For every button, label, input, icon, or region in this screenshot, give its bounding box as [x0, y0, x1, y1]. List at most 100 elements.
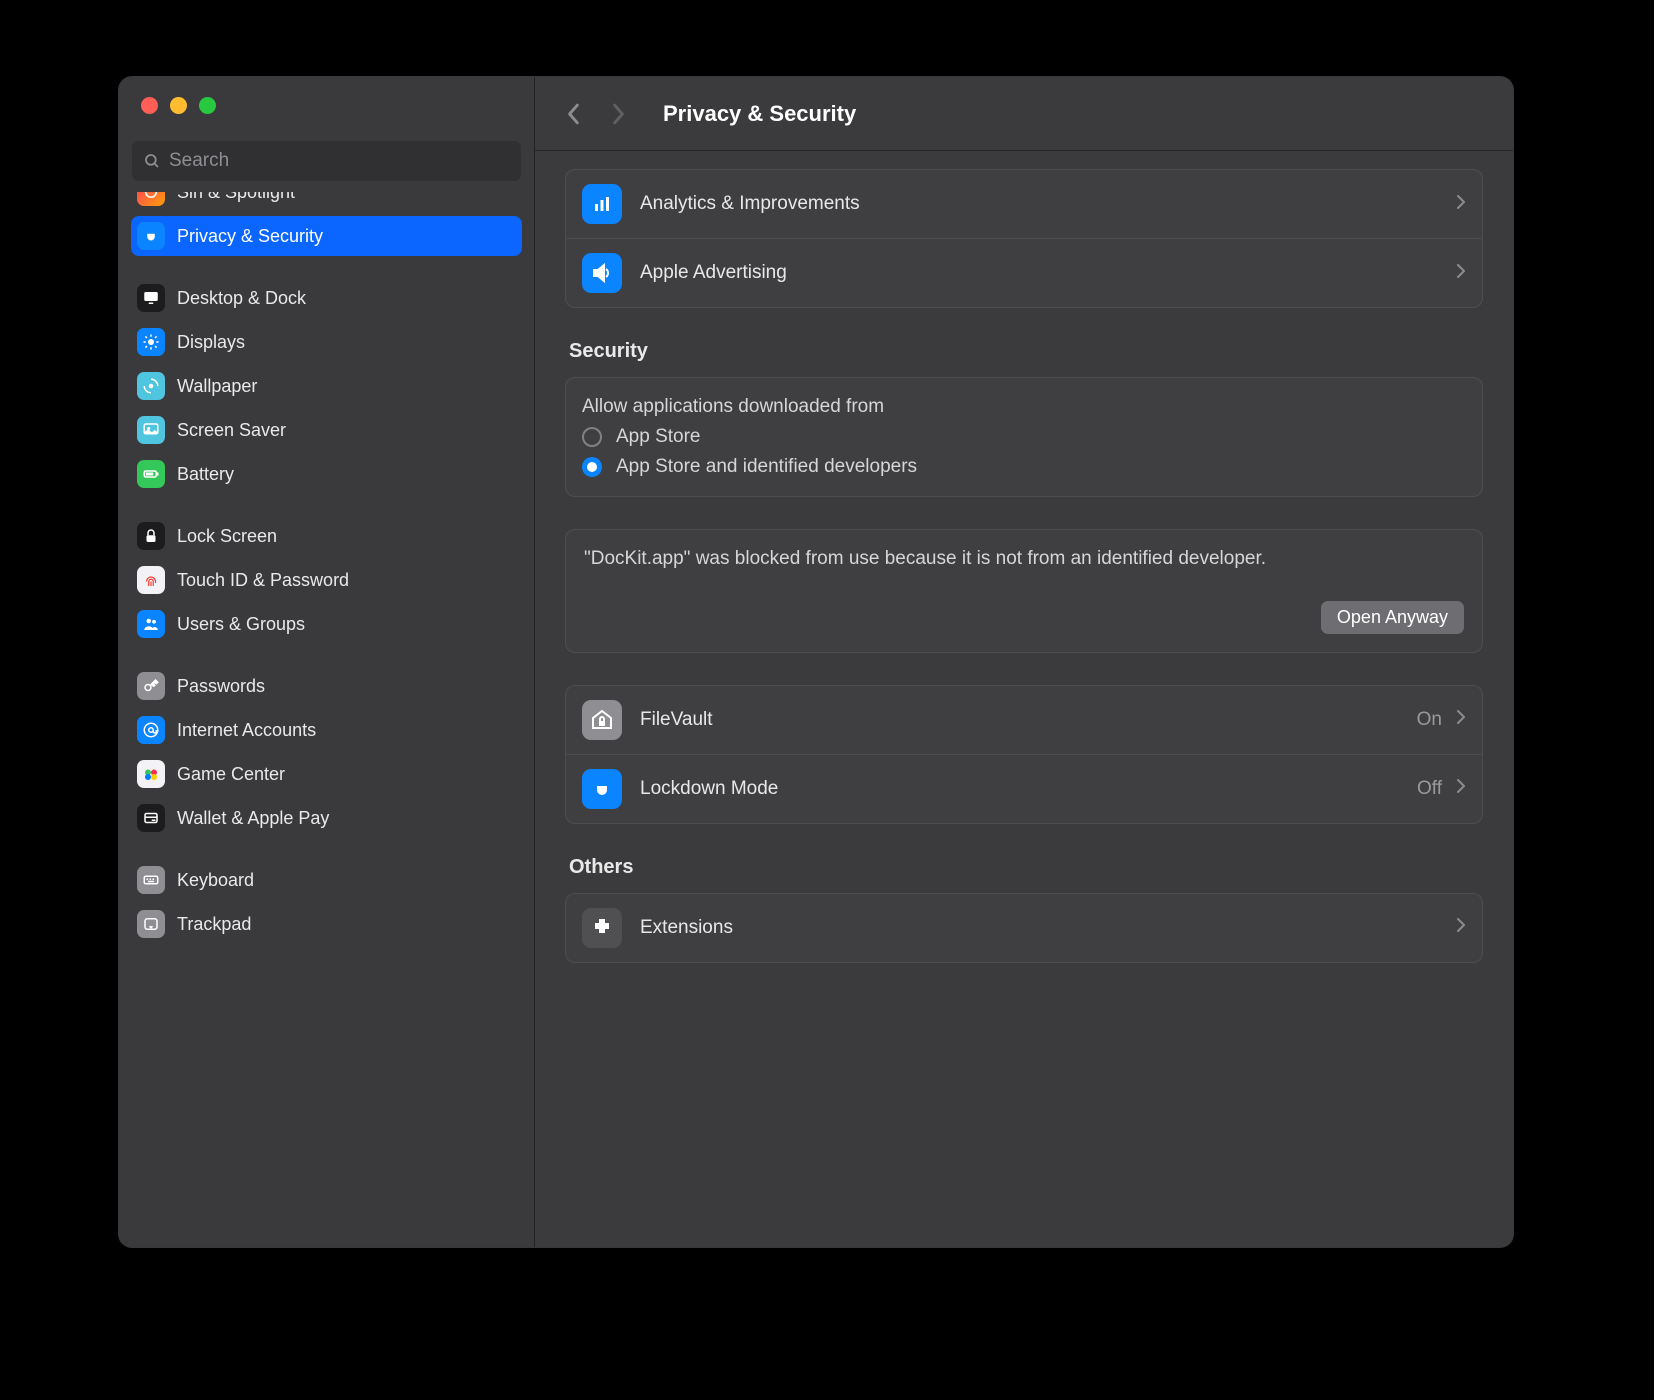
sidebar-item-desktop[interactable]: Desktop & Dock — [131, 278, 522, 318]
radio-label: App Store — [616, 426, 701, 448]
sidebar-item-lock[interactable]: Lock Screen — [131, 516, 522, 556]
siri-icon — [137, 192, 165, 206]
content-pane: Privacy & Security Analytics & Improveme… — [535, 77, 1513, 1247]
sidebar-item-displays[interactable]: Displays — [131, 322, 522, 362]
sidebar-item-battery[interactable]: Battery — [131, 454, 522, 494]
sidebar-item-ssaver[interactable]: Screen Saver — [131, 410, 522, 450]
sidebar-item-label: Wallpaper — [177, 376, 257, 397]
nav-forward-button[interactable] — [603, 99, 633, 129]
allow-apps-option-1[interactable]: App Store and identified developers — [582, 456, 1466, 478]
window-controls — [119, 77, 534, 114]
sidebar-item-privacy[interactable]: Privacy & Security — [131, 216, 522, 256]
adv-icon — [582, 253, 622, 293]
row-label: Apple Advertising — [640, 262, 1456, 284]
sidebar-item-label: Screen Saver — [177, 420, 286, 441]
others-card: Extensions — [565, 893, 1483, 963]
sidebar-item-label: Passwords — [177, 676, 265, 697]
ssaver-icon — [137, 416, 165, 444]
open-anyway-button[interactable]: Open Anyway — [1321, 601, 1464, 634]
extensions-icon — [582, 908, 622, 948]
allow-apps-option-0[interactable]: App Store — [582, 426, 1466, 448]
gamectr-icon — [137, 760, 165, 788]
row-value: On — [1417, 709, 1442, 731]
row-analytics[interactable]: Analytics & Improvements — [566, 170, 1482, 238]
chevron-right-icon — [1456, 917, 1466, 938]
sidebar-item-label: Touch ID & Password — [177, 570, 349, 591]
radio-label: App Store and identified developers — [616, 456, 917, 478]
row-lockdown[interactable]: Lockdown ModeOff — [566, 754, 1482, 823]
chevron-right-icon — [1456, 709, 1466, 730]
row-adv[interactable]: Apple Advertising — [566, 238, 1482, 307]
desktop-icon — [137, 284, 165, 312]
sidebar-item-label: Users & Groups — [177, 614, 305, 635]
wallpaper-icon — [137, 372, 165, 400]
sidebar-item-label: Trackpad — [177, 914, 251, 935]
users-icon — [137, 610, 165, 638]
sidebar: Siri & Spotlight Privacy & Security Deskto… — [119, 77, 535, 1247]
filevault-icon — [582, 700, 622, 740]
analytics-icon — [582, 184, 622, 224]
top-links-card: Analytics & Improvements Apple Advertisin… — [565, 169, 1483, 308]
radio-button-icon — [582, 427, 602, 447]
search-field[interactable] — [131, 140, 522, 182]
row-filevault[interactable]: FileVaultOn — [566, 686, 1482, 754]
row-label: FileVault — [640, 709, 1417, 731]
nav-back-button[interactable] — [559, 99, 589, 129]
page-title: Privacy & Security — [663, 101, 856, 127]
trackpad-icon — [137, 910, 165, 938]
allow-apps-card: Allow applications downloaded from App S… — [565, 377, 1483, 497]
sidebar-item-label: Internet Accounts — [177, 720, 316, 741]
displays-icon — [137, 328, 165, 356]
sidebar-item-label: Battery — [177, 464, 234, 485]
sidebar-item-label: Siri & Spotlight — [177, 192, 295, 203]
row-label: Analytics & Improvements — [640, 193, 1456, 215]
blocked-app-card: "DocKit.app" was blocked from use becaus… — [565, 529, 1483, 653]
row-value: Off — [1417, 778, 1442, 800]
touchid-icon — [137, 566, 165, 594]
sidebar-item-trackpad[interactable]: Trackpad — [131, 904, 522, 944]
security-rows-card: FileVaultOnLockdown ModeOff — [565, 685, 1483, 824]
content-header: Privacy & Security — [535, 77, 1513, 151]
sidebar-item-gamectr[interactable]: Game Center — [131, 754, 522, 794]
sidebar-item-label: Displays — [177, 332, 245, 353]
lock-icon — [137, 522, 165, 550]
sidebar-item-keyboard[interactable]: Keyboard — [131, 860, 522, 900]
sidebar-item-label: Keyboard — [177, 870, 254, 891]
sidebar-item-label: Privacy & Security — [177, 226, 323, 247]
zoom-window-button[interactable] — [199, 97, 216, 114]
chevron-right-icon — [1456, 194, 1466, 215]
sidebar-item-iaccounts[interactable]: Internet Accounts — [131, 710, 522, 750]
sidebar-item-touchid[interactable]: Touch ID & Password — [131, 560, 522, 600]
sidebar-item-label: Wallet & Apple Pay — [177, 808, 329, 829]
security-heading: Security — [569, 340, 1483, 363]
passwords-icon — [137, 672, 165, 700]
chevron-right-icon — [1456, 263, 1466, 284]
radio-button-icon — [582, 457, 602, 477]
lockdown-icon — [582, 769, 622, 809]
sidebar-item-siri[interactable]: Siri & Spotlight — [131, 192, 522, 212]
wallet-icon — [137, 804, 165, 832]
search-icon — [143, 152, 161, 170]
row-extensions[interactable]: Extensions — [566, 894, 1482, 962]
others-heading: Others — [569, 856, 1483, 879]
search-input[interactable] — [161, 149, 510, 173]
sidebar-item-wallet[interactable]: Wallet & Apple Pay — [131, 798, 522, 838]
settings-window: Siri & Spotlight Privacy & Security Deskto… — [118, 76, 1514, 1248]
content-body[interactable]: Analytics & Improvements Apple Advertisin… — [535, 151, 1513, 1247]
sidebar-item-users[interactable]: Users & Groups — [131, 604, 522, 644]
row-label: Extensions — [640, 917, 1456, 939]
sidebar-scroll[interactable]: Siri & Spotlight Privacy & Security Deskto… — [119, 192, 534, 1247]
close-window-button[interactable] — [141, 97, 158, 114]
sidebar-item-label: Desktop & Dock — [177, 288, 306, 309]
chevron-right-icon — [1456, 778, 1466, 799]
privacy-icon — [137, 222, 165, 250]
sidebar-item-wallpaper[interactable]: Wallpaper — [131, 366, 522, 406]
minimize-window-button[interactable] — [170, 97, 187, 114]
blocked-app-message: "DocKit.app" was blocked from use becaus… — [584, 546, 1324, 573]
allow-apps-row: Allow applications downloaded from App S… — [566, 378, 1482, 496]
iaccounts-icon — [137, 716, 165, 744]
sidebar-item-label: Lock Screen — [177, 526, 277, 547]
sidebar-item-label: Game Center — [177, 764, 285, 785]
row-label: Lockdown Mode — [640, 778, 1417, 800]
sidebar-item-passwords[interactable]: Passwords — [131, 666, 522, 706]
